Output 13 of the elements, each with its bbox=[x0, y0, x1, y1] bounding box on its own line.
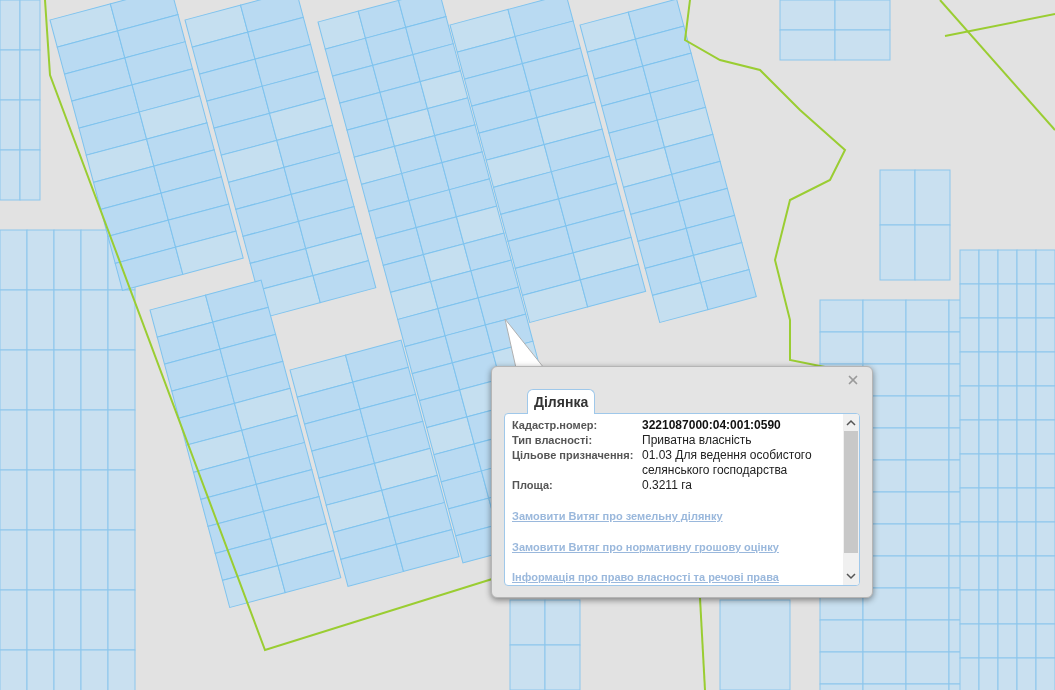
popup-tab[interactable]: Ділянка bbox=[527, 389, 596, 414]
field-value: 0.3211 га bbox=[642, 478, 693, 493]
field-label: Тип власності: bbox=[512, 433, 594, 448]
field-value: 01.03 Для ведення особистого селянського господарства bbox=[642, 448, 813, 478]
popup-link[interactable]: Інформація про право власності та речові права bbox=[512, 569, 779, 585]
close-icon[interactable] bbox=[846, 373, 860, 387]
popup-link[interactable]: Замовити Витяг про нормативну грошову оцінку bbox=[512, 538, 779, 555]
field-value: 3221087000:04:001:0590 bbox=[642, 418, 782, 433]
field-label: Цільове призначення: bbox=[512, 448, 635, 463]
popup-link[interactable]: Замовити Витяг про земельну ділянку bbox=[512, 508, 723, 525]
field-label: Площа: bbox=[512, 478, 554, 493]
field-label: Кадастр.номер: bbox=[512, 418, 599, 433]
field-value: Приватна власність bbox=[642, 433, 753, 448]
